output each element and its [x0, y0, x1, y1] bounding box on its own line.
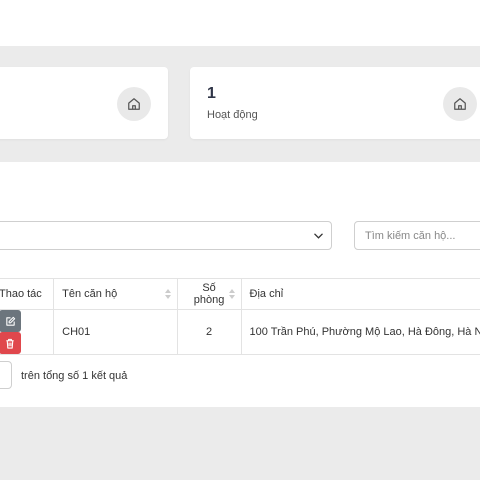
- filter-select[interactable]: [0, 221, 332, 250]
- cell-apartment-name: CH01: [53, 309, 178, 355]
- stat-card-total: [0, 67, 168, 139]
- column-header-rooms[interactable]: Số phòng: [176, 278, 242, 310]
- column-header-address[interactable]: Địa chỉ: [240, 278, 480, 310]
- sort-icon: [164, 289, 171, 299]
- column-header-label: Địa chỉ: [249, 288, 284, 300]
- column-header-name[interactable]: Tên căn hộ: [53, 278, 178, 310]
- trash-icon: [6, 338, 14, 349]
- column-header-label: Thao tác: [0, 288, 42, 300]
- stat-value: 1: [207, 85, 216, 102]
- page-size-select[interactable]: [0, 361, 12, 389]
- column-header-actions: Thao tác: [0, 278, 55, 310]
- row-actions: [0, 309, 55, 355]
- delete-button[interactable]: [0, 332, 21, 354]
- apartments-table: Thao tác Tên căn hộ Số phòng Địa chỉ CH0…: [0, 278, 480, 355]
- table-header-row: Thao tác Tên căn hộ Số phòng Địa chỉ: [0, 278, 480, 310]
- top-bar: [0, 0, 480, 46]
- cell-address: 100 Trần Phú, Phường Mộ Lao, Hà Đông, Hà…: [240, 309, 480, 355]
- column-header-label: Số phòng: [193, 282, 225, 306]
- edit-button[interactable]: [0, 310, 21, 332]
- cell-address-text: 100 Trần Phú, Phường Mộ Lao, Hà Đông, Hà…: [249, 326, 480, 338]
- search-input[interactable]: [354, 221, 480, 250]
- stat-card-active: 1 Hoạt động: [190, 67, 480, 139]
- chevron-down-icon: [312, 230, 324, 242]
- pagination-summary: trên tổng số 1 kết quả: [21, 370, 128, 382]
- column-header-label: Tên căn hộ: [62, 288, 118, 300]
- cell-room-count: 2: [176, 309, 242, 355]
- table-row: CH01 2 100 Trần Phú, Phường Mộ Lao, Hà Đ…: [0, 309, 480, 355]
- home-icon: [443, 87, 477, 121]
- stat-label: Hoạt động: [207, 109, 258, 121]
- sort-icon: [228, 289, 235, 299]
- edit-icon: [5, 316, 15, 326]
- home-icon: [117, 87, 151, 121]
- apartment-list-panel: Thao tác Tên căn hộ Số phòng Địa chỉ: [0, 162, 480, 407]
